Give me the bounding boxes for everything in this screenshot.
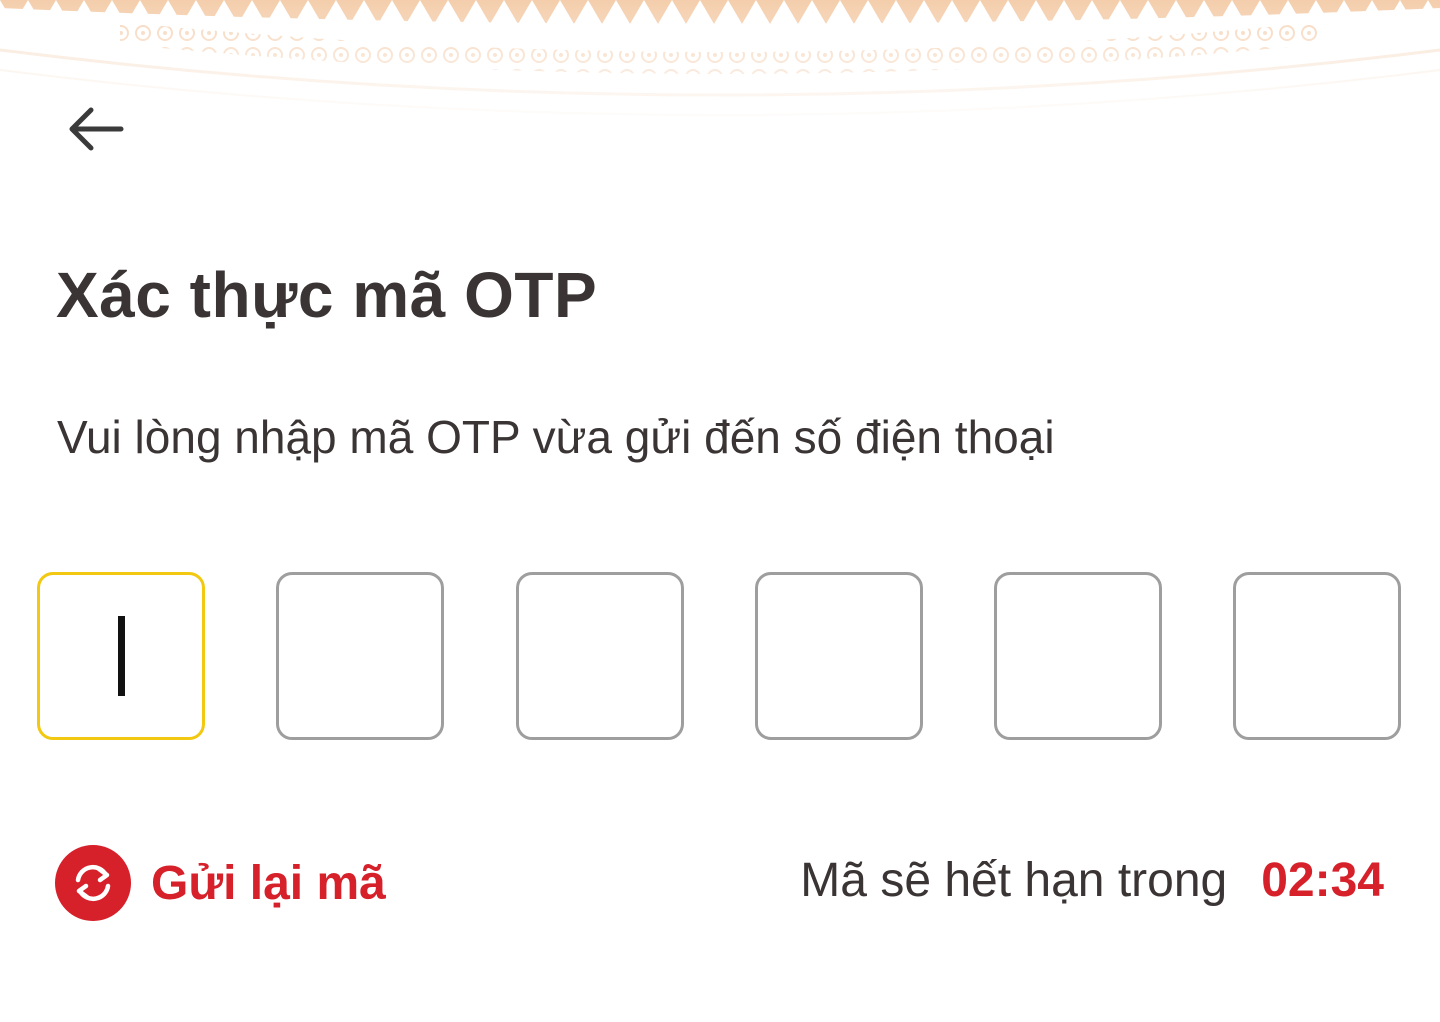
otp-digit-1[interactable]: [37, 572, 205, 740]
otp-screen: Xác thực mã OTP Vui lòng nhập mã OTP vừa…: [0, 0, 1440, 1022]
otp-digit-2[interactable]: [276, 572, 444, 740]
otp-digit-6[interactable]: [1233, 572, 1401, 740]
otp-digit-5[interactable]: [994, 572, 1162, 740]
expiry-label: Mã sẽ hết hạn trong: [800, 854, 1228, 907]
refresh-icon: [55, 845, 131, 921]
arrow-left-icon: [67, 106, 125, 155]
instruction-text: Vui lòng nhập mã OTP vừa gửi đến số điện…: [57, 411, 1055, 463]
expiry-timer: 02:34: [1261, 854, 1384, 907]
resend-code-label: Gửi lại mã: [151, 856, 386, 910]
otp-input-group: [37, 572, 1403, 740]
back-button[interactable]: [60, 98, 132, 162]
otp-digit-3[interactable]: [516, 572, 684, 740]
otp-digit-4[interactable]: [755, 572, 923, 740]
header-decorative-pattern: [0, 0, 1440, 140]
expiry-countdown: Mã sẽ hết hạn trong 02:34: [800, 853, 1384, 908]
resend-code-button[interactable]: Gửi lại mã: [55, 845, 386, 921]
page-title: Xác thực mã OTP: [56, 259, 598, 331]
text-caret: [117, 616, 125, 696]
